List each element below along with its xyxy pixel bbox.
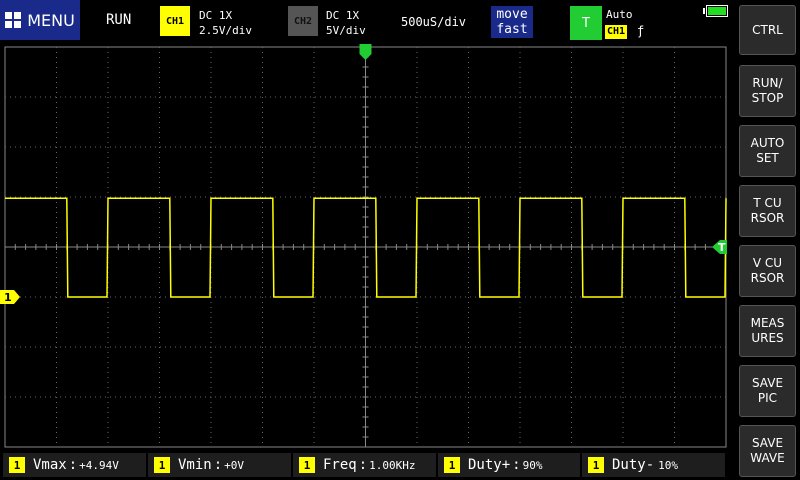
rising-edge-icon: ƒ [637,24,645,38]
save-pic-button[interactable]: SAVE PIC [739,365,796,417]
meas-sep: : [213,457,223,473]
meas-sep: : [68,457,78,473]
battery-full-icon [703,5,728,17]
meas-label: Freq [323,457,357,473]
t-cursor-button[interactable]: T CU RSOR [739,185,796,237]
ch2-coupling: DC 1X [326,9,360,22]
measures-button[interactable]: MEAS URES [739,305,796,357]
ch2-badge[interactable]: CH2 [288,6,318,36]
trigger-badge[interactable]: T [570,6,602,40]
move-mode-button[interactable]: move fast [491,6,533,38]
meas-value: +4.94V [79,458,119,472]
meas-label: Vmin [178,457,212,473]
meas-sep: : [358,457,368,473]
ch1-marker-label: 1 [4,291,12,304]
meas-channel-badge: 1 [444,457,460,473]
run-stop-button[interactable]: RUN/ STOP [739,65,796,117]
meas-channel-badge: 1 [299,457,315,473]
meas-vmin[interactable]: 1 Vmin: +0V [148,453,291,477]
menu-button[interactable]: MENU [0,0,80,40]
meas-value: 10% [658,458,679,472]
meas-label: Duty- [612,457,655,473]
menu-label: MENU [27,10,75,30]
trigger-mode: Auto [606,8,633,21]
meas-value: 90% [522,458,543,472]
ch1-ground-marker: 1 [0,290,20,304]
trigger-level-label: T [718,241,726,254]
trigger-source: CH1 [605,25,628,39]
meas-label: Duty+ [468,457,511,473]
ch2-scale: 5V/div [326,24,366,37]
meas-duty-neg[interactable]: 1 Duty- 10% [582,453,725,477]
menu-grid-icon [5,12,22,28]
ch1-badge[interactable]: CH1 [160,6,190,36]
trigger-position-shape [359,44,372,60]
ch1-scale: 2.5V/div [199,24,252,37]
meas-value: +0V [224,458,245,472]
trigger-level-marker: T [712,240,727,254]
ch1-coupling: DC 1X [199,9,233,22]
v-cursor-button[interactable]: V CU RSOR [739,245,796,297]
timebase[interactable]: 500uS/div [401,15,466,29]
meas-freq[interactable]: 1 Freq:1.00KHz [293,453,436,477]
ch1-settings[interactable]: DC 1X 2.5V/div [199,8,252,38]
meas-vmax[interactable]: 1 Vmax: +4.94V [3,453,146,477]
run-status: RUN [106,12,132,28]
move-mode-line2: fast [496,22,528,37]
ctrl-button[interactable]: CTRL [739,5,796,55]
scope-grid [4,46,727,448]
save-wave-button[interactable]: SAVE WAVE [739,425,796,477]
trigger-position-marker [359,44,372,60]
meas-duty-pos[interactable]: 1 Duty+:90% [438,453,580,477]
meas-channel-badge: 1 [9,457,25,473]
meas-channel-badge: 1 [154,457,170,473]
ch2-settings[interactable]: DC 1X 5V/div [326,8,366,38]
meas-sep: : [512,457,521,473]
meas-label: Vmax [33,457,67,473]
move-mode-line1: move [496,7,528,22]
scope-display[interactable]: 1T [0,44,730,456]
meas-value: 1.00KHz [369,458,416,472]
meas-channel-badge: 1 [588,457,604,473]
auto-set-button[interactable]: AUTO SET [739,125,796,177]
